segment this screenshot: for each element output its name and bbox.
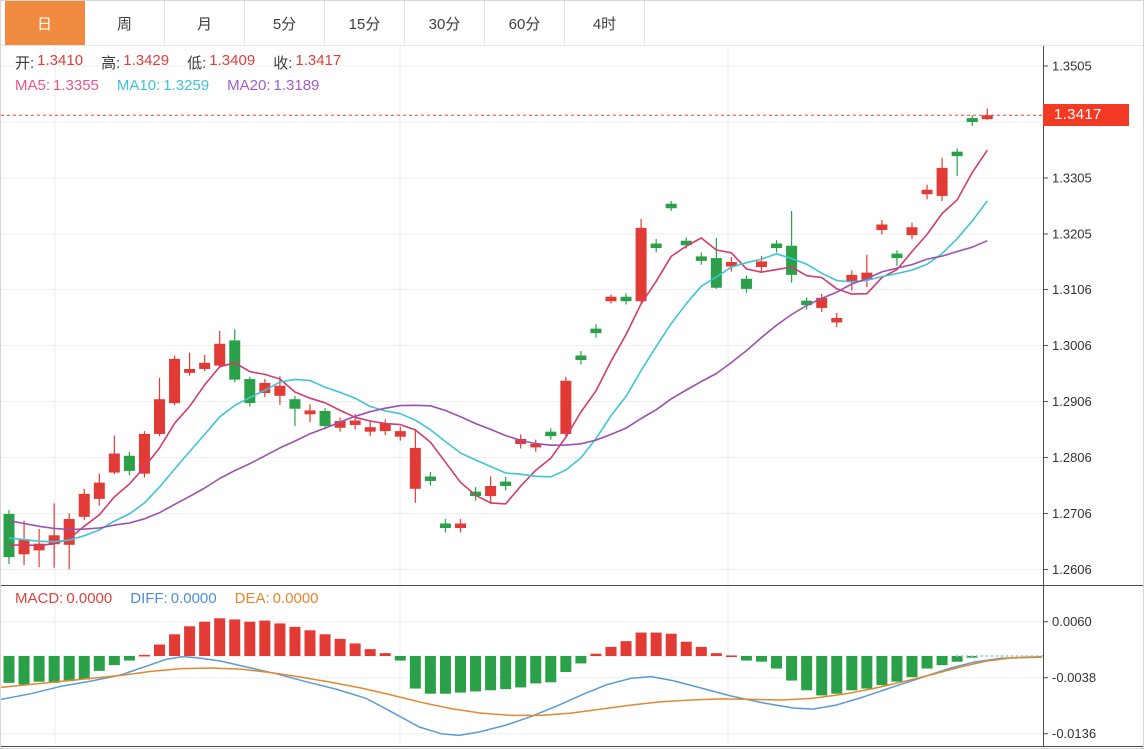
tab-30min[interactable]: 30分	[405, 1, 485, 45]
svg-text:1.2806: 1.2806	[1052, 450, 1092, 465]
macd-legend: MACD:0.0000 DIFF:0.0000 DEA:0.0000	[15, 590, 319, 607]
diff-readout: DIFF:0.0000	[130, 590, 216, 607]
tab-weekly[interactable]: 周	[85, 1, 165, 45]
open-readout: 开:1.3410	[15, 52, 83, 73]
dea-readout: DEA:0.0000	[235, 590, 319, 607]
svg-text:-0.0038: -0.0038	[1052, 670, 1096, 685]
current-price-badge: 1.3417	[1043, 104, 1129, 126]
svg-text:1.3106: 1.3106	[1052, 282, 1092, 297]
tab-daily[interactable]: 日	[5, 1, 85, 45]
ma-legend: MA5:1.3355 MA10:1.3259 MA20:1.3189	[15, 77, 319, 94]
tab-5min[interactable]: 5分	[245, 1, 325, 45]
trading-chart-widget: 日 周 月 5分 15分 30分 60分 4时 1.3505 1.3305 1.32…	[0, 0, 1144, 749]
low-readout: 低:1.3409	[187, 52, 255, 73]
svg-text:1.3505: 1.3505	[1052, 59, 1092, 74]
tab-15min[interactable]: 15分	[325, 1, 405, 45]
tab-4hour[interactable]: 4时	[565, 1, 645, 45]
high-readout: 高:1.3429	[101, 52, 169, 73]
svg-text:1.2706: 1.2706	[1052, 506, 1092, 521]
svg-text:-0.0136: -0.0136	[1052, 726, 1096, 741]
timeframe-tabs: 日 周 月 5分 15分 30分 60分 4时	[1, 1, 1143, 46]
ma5-readout: MA5:1.3355	[15, 77, 99, 94]
svg-text:1.3205: 1.3205	[1052, 227, 1092, 242]
ma10-readout: MA10:1.3259	[117, 77, 209, 94]
macd-readout: MACD:0.0000	[15, 590, 112, 607]
svg-text:1.3305: 1.3305	[1052, 171, 1092, 186]
close-readout: 收:1.3417	[273, 52, 341, 73]
svg-text:0.0060: 0.0060	[1052, 614, 1092, 629]
svg-text:1.2606: 1.2606	[1052, 562, 1092, 577]
candlestick-macd-chart[interactable]: 1.3505 1.3305 1.3205 1.3106 1.3006 1.2906 1.28…	[1, 1, 1144, 749]
svg-text:1.3006: 1.3006	[1052, 338, 1092, 353]
ohlc-legend: 开:1.3410 高:1.3429 低:1.3409 收:1.3417	[15, 52, 341, 73]
svg-text:1.2906: 1.2906	[1052, 394, 1092, 409]
tab-monthly[interactable]: 月	[165, 1, 245, 45]
tab-60min[interactable]: 60分	[485, 1, 565, 45]
ma20-readout: MA20:1.3189	[227, 77, 319, 94]
